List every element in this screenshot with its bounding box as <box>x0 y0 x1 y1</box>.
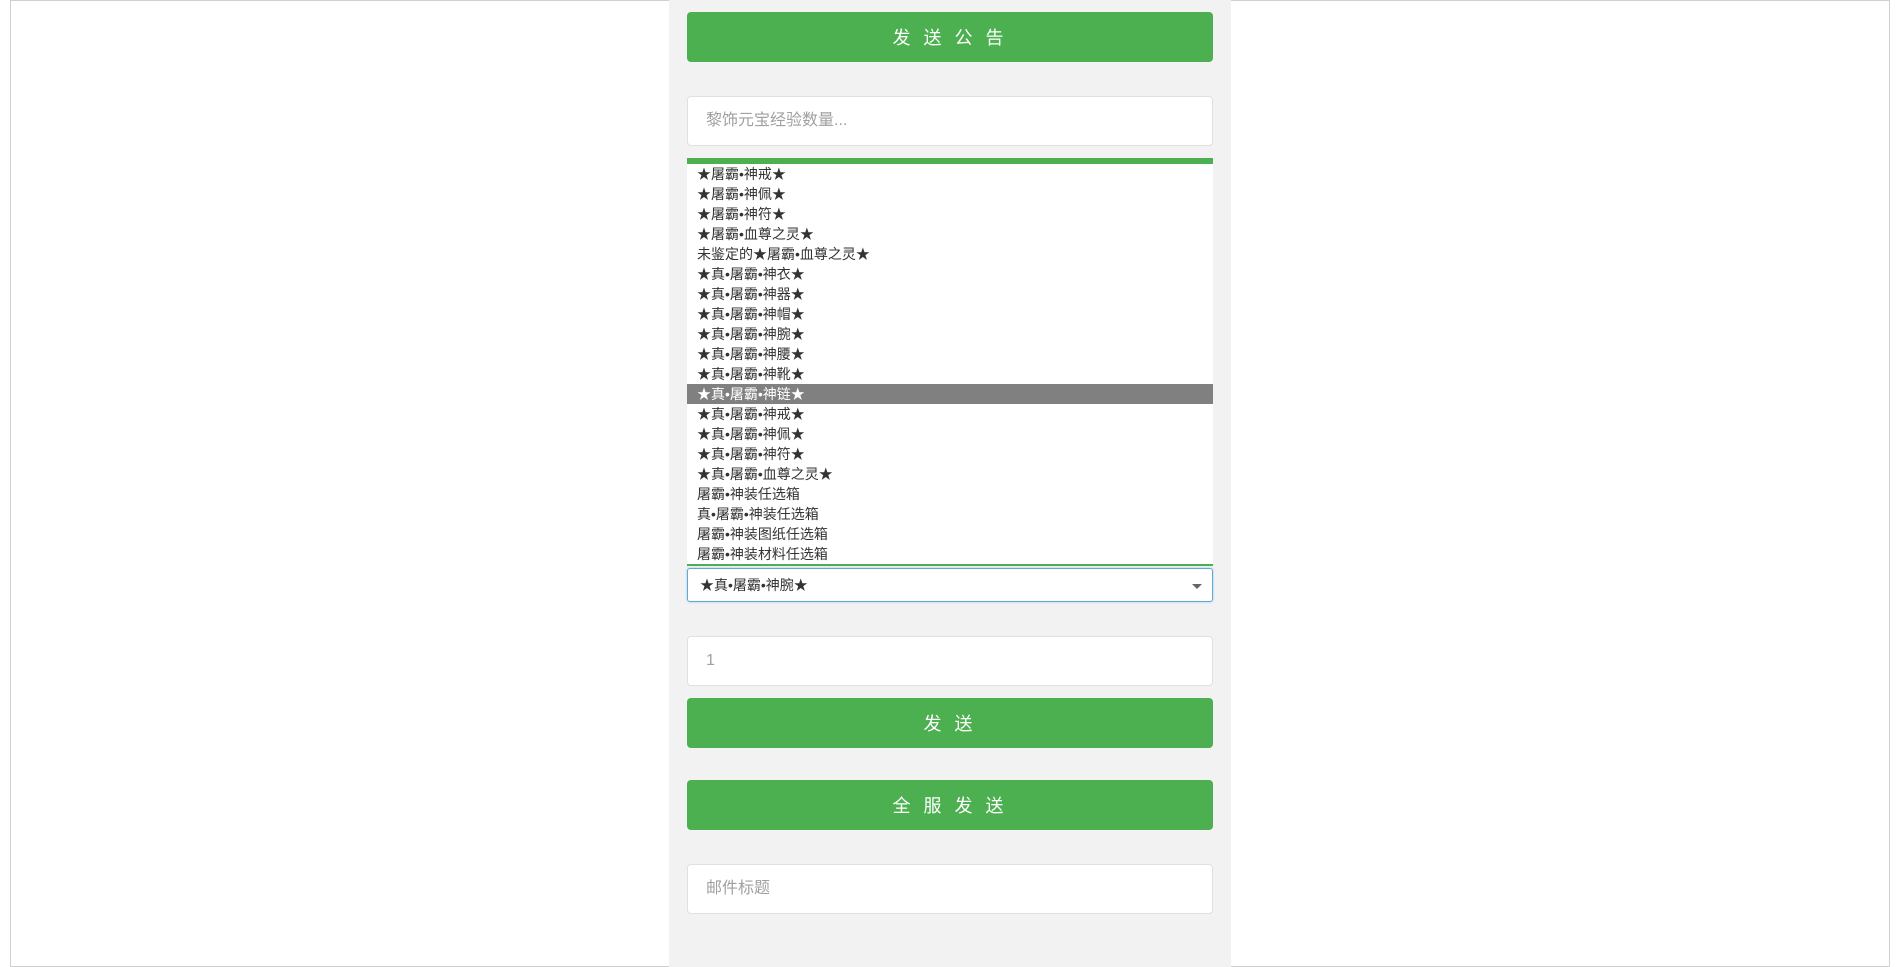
item-select-wrapper: ★屠霸•神戒★★屠霸•神佩★★屠霸•神符★★屠霸•血尊之灵★未鉴定的★屠霸•血尊… <box>687 158 1213 602</box>
option-item[interactable]: ★真•屠霸•神器★ <box>687 284 1213 304</box>
option-item[interactable]: 屠霸•神装材料任选箱 <box>687 544 1213 564</box>
option-item[interactable]: 屠霸•神装图纸任选箱 <box>687 524 1213 544</box>
option-item[interactable]: ★屠霸•神佩★ <box>687 184 1213 204</box>
send-notice-button[interactable]: 发 送 公 告 <box>687 12 1213 62</box>
send-button[interactable]: 发 送 <box>687 698 1213 748</box>
option-item[interactable]: ★屠霸•神戒★ <box>687 164 1213 184</box>
chevron-down-icon <box>1192 577 1202 593</box>
quantity-input[interactable] <box>687 96 1213 146</box>
send-all-button[interactable]: 全 服 发 送 <box>687 780 1213 830</box>
option-item[interactable]: ★真•屠霸•神腰★ <box>687 344 1213 364</box>
count-input[interactable] <box>687 636 1213 686</box>
option-item[interactable]: 未鉴定的★屠霸•血尊之灵★ <box>687 244 1213 264</box>
mail-title-input[interactable] <box>687 864 1213 914</box>
option-item[interactable]: ★真•屠霸•神腕★ <box>687 324 1213 344</box>
selected-value: ★真•屠霸•神腕★ <box>700 575 808 595</box>
option-item[interactable]: 真•屠霸•神装任选箱 <box>687 504 1213 524</box>
option-item[interactable]: ★真•屠霸•血尊之灵★ <box>687 464 1213 484</box>
option-item[interactable]: ★真•屠霸•神符★ <box>687 444 1213 464</box>
item-select-box[interactable]: ★真•屠霸•神腕★ <box>687 568 1213 602</box>
option-item[interactable]: 屠霸•神装任选箱 <box>687 484 1213 504</box>
option-item[interactable]: ★真•屠霸•神戒★ <box>687 404 1213 424</box>
item-dropdown-list[interactable]: ★屠霸•神戒★★屠霸•神佩★★屠霸•神符★★屠霸•血尊之灵★未鉴定的★屠霸•血尊… <box>687 158 1213 566</box>
option-item[interactable]: ★真•屠霸•神帽★ <box>687 304 1213 324</box>
option-item[interactable]: ★真•屠霸•神链★ <box>687 384 1213 404</box>
option-item[interactable]: ★真•屠霸•神衣★ <box>687 264 1213 284</box>
main-panel: 发 送 公 告 ★屠霸•神戒★★屠霸•神佩★★屠霸•神符★★屠霸•血尊之灵★未鉴… <box>669 0 1231 967</box>
option-item[interactable]: ★真•屠霸•神佩★ <box>687 424 1213 444</box>
option-item[interactable]: ★真•屠霸•神靴★ <box>687 364 1213 384</box>
option-item[interactable]: ★屠霸•血尊之灵★ <box>687 224 1213 244</box>
option-item[interactable]: ★屠霸•神符★ <box>687 204 1213 224</box>
